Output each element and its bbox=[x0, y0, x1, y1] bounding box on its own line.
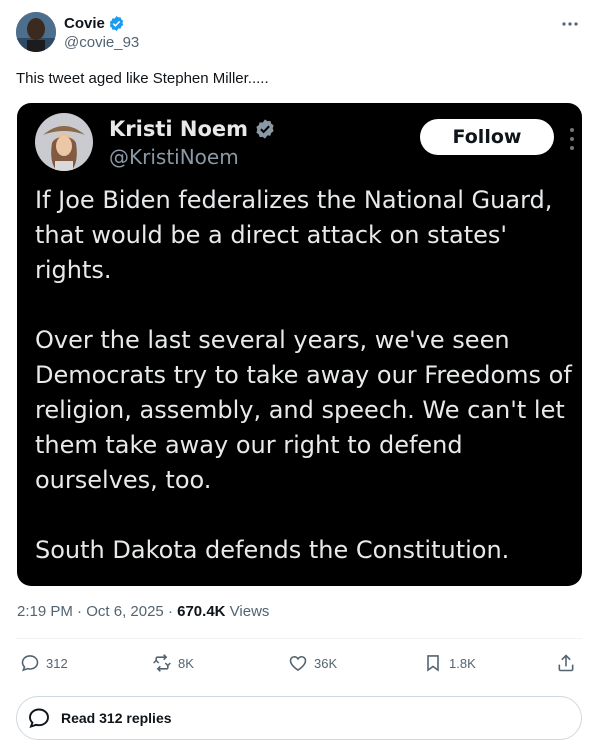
meta-separator: · bbox=[77, 603, 83, 620]
views-count: 670.4K bbox=[177, 603, 226, 620]
tweet-text: This tweet aged like Stephen Miller..... bbox=[16, 70, 269, 87]
divider bbox=[16, 638, 582, 639]
meta-separator: · bbox=[167, 603, 173, 620]
author-handle[interactable]: @covie_93 bbox=[64, 34, 139, 51]
share-button[interactable] bbox=[556, 652, 576, 674]
bookmark-icon bbox=[427, 655, 439, 672]
quoted-body: If Joe Biden federalizes the National Gu… bbox=[35, 183, 575, 568]
speech-bubble-icon bbox=[29, 708, 49, 729]
quoted-paragraph: Over the last several years, we've seen … bbox=[35, 326, 572, 494]
author-avatar[interactable] bbox=[16, 12, 56, 52]
quoted-paragraph: If Joe Biden federalizes the National Gu… bbox=[35, 186, 553, 284]
tweet-header: Covie @covie_93 bbox=[16, 12, 582, 56]
quoted-more-icon bbox=[570, 128, 574, 150]
quoted-handle: @KristiNoem bbox=[109, 145, 239, 169]
quoted-verified-badge-icon bbox=[256, 119, 274, 139]
quoted-avatar bbox=[35, 113, 93, 171]
bookmark-button[interactable]: 1.8K bbox=[423, 652, 476, 674]
author-name-block: Covie @covie_93 bbox=[64, 13, 139, 52]
reply-button[interactable]: 312 bbox=[20, 652, 68, 674]
reply-icon bbox=[21, 655, 39, 672]
read-replies-label: Read 312 replies bbox=[61, 710, 172, 726]
quoted-display-name: Kristi Noem bbox=[109, 117, 249, 141]
reply-count: 312 bbox=[46, 655, 68, 671]
quoted-tweet-image[interactable]: Kristi Noem @KristiNoem Follow If Joe Bi… bbox=[17, 103, 582, 586]
bookmark-count: 1.8K bbox=[449, 655, 476, 671]
action-bar: 312 8K 36K 1.8K bbox=[20, 652, 580, 676]
share-icon bbox=[558, 654, 574, 672]
quoted-follow-button: Follow bbox=[420, 119, 554, 155]
repost-button[interactable]: 8K bbox=[152, 652, 194, 674]
tweet-time[interactable]: 2:19 PM bbox=[17, 603, 73, 620]
more-icon[interactable] bbox=[560, 14, 580, 34]
like-button[interactable]: 36K bbox=[288, 652, 337, 674]
like-count: 36K bbox=[314, 655, 338, 671]
views-label: Views bbox=[229, 603, 270, 620]
tweet-meta: 2:19 PM · Oct 6, 2025 · 670.4K Views bbox=[17, 603, 269, 620]
verified-badge-icon bbox=[109, 15, 124, 31]
repost-icon bbox=[153, 654, 171, 672]
quoted-name-row: Kristi Noem bbox=[109, 117, 276, 141]
author-display-name[interactable]: Covie bbox=[64, 15, 105, 32]
like-icon bbox=[289, 655, 307, 672]
repost-count: 8K bbox=[178, 655, 194, 671]
read-replies-button[interactable]: Read 312 replies bbox=[16, 696, 582, 740]
quoted-paragraph: South Dakota defends the Constitution. bbox=[35, 536, 510, 564]
tweet-date[interactable]: Oct 6, 2025 bbox=[86, 603, 164, 620]
